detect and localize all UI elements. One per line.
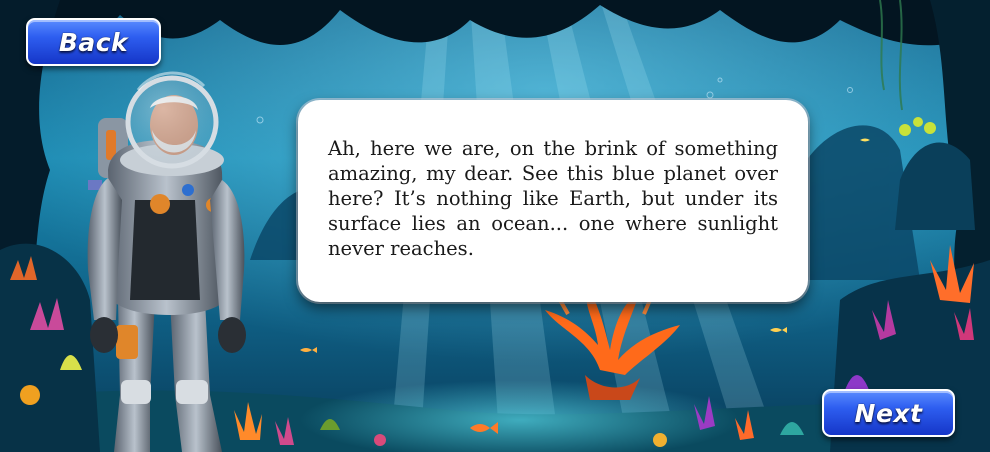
dialog-text: Ah, here we are, on the brink of somethi… <box>328 137 778 260</box>
dialog-box: Ah, here we are, on the brink of somethi… <box>298 100 808 302</box>
back-button[interactable]: Back <box>26 18 161 66</box>
game-screen: Back Ah, here we are, on the brink of so… <box>0 0 990 452</box>
next-button[interactable]: Next <box>822 389 955 437</box>
